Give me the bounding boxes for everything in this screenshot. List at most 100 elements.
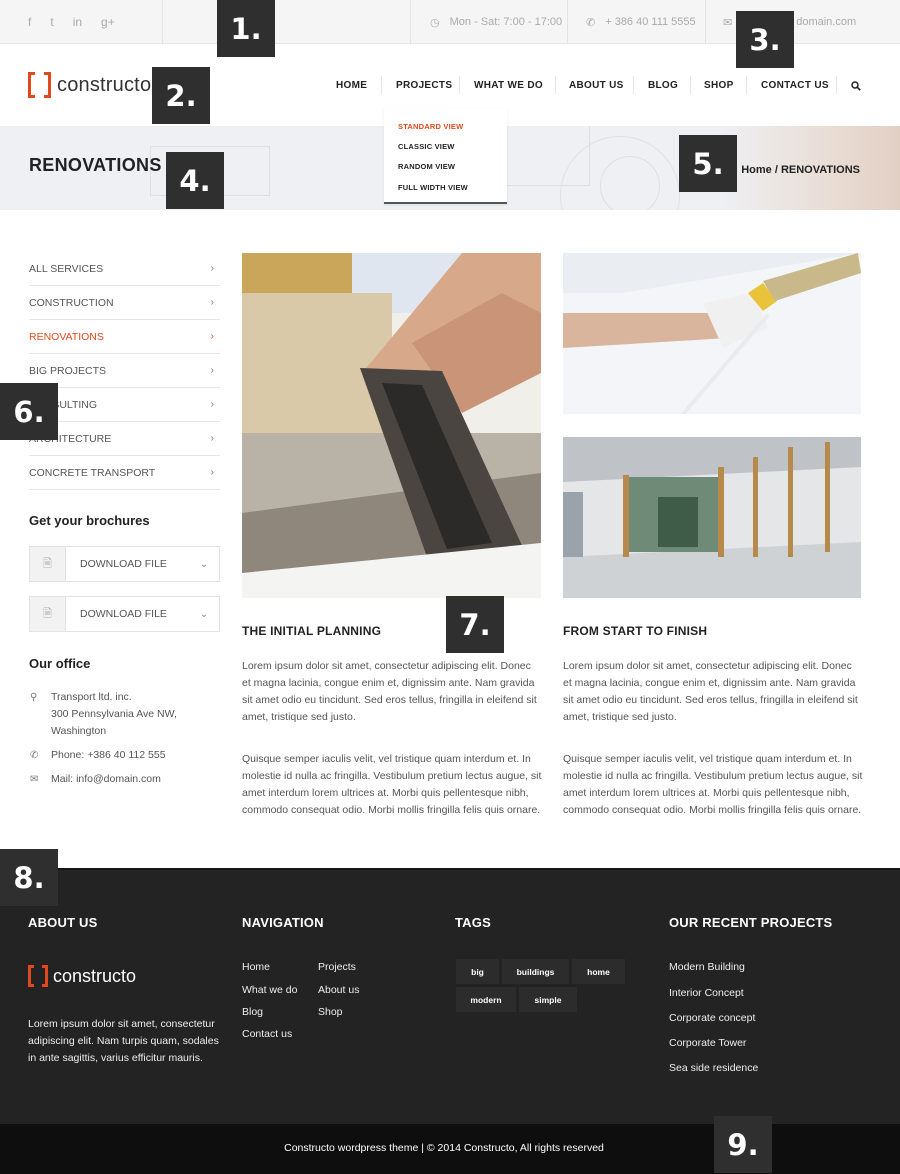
sidebar-item-label: BIG PROJECTS xyxy=(29,364,107,377)
chevron-right-icon: › xyxy=(210,365,214,376)
recent-project-link[interactable]: Modern Building xyxy=(669,961,745,973)
opening-hours: ◷ Mon - Sat: 7:00 - 17:00 xyxy=(430,0,562,44)
download-button-doc[interactable]: 🗎 DOWNLOAD FILE ⌄ xyxy=(29,596,220,632)
dropdown-item-standard-view[interactable]: STANDARD VIEW xyxy=(398,122,463,131)
footer-logo[interactable]: constructo xyxy=(28,965,136,987)
footer-projects-heading: OUR RECENT PROJECTS xyxy=(669,915,833,930)
chevron-down-icon: ⌄ xyxy=(199,608,209,620)
footer-about-heading: ABOUT US xyxy=(28,915,98,930)
sidebar-item-all-services[interactable]: ALL SERVICES › xyxy=(29,252,220,286)
phone-text: + 386 40 111 5555 xyxy=(605,16,696,28)
nav-divider xyxy=(459,76,460,94)
projects-dropdown: STANDARD VIEW CLASSIC VIEW RANDOM VIEW F… xyxy=(384,108,507,204)
footer-link-about-us[interactable]: About us xyxy=(318,984,359,996)
breadcrumb-separator: / xyxy=(774,164,778,176)
footer-link-projects[interactable]: Projects xyxy=(318,961,356,973)
download-button-pdf[interactable]: 🗎 DOWNLOAD FILE ⌄ xyxy=(29,546,220,582)
office-mail: Mail: info@domain.com xyxy=(51,773,161,785)
search-icon[interactable] xyxy=(851,78,861,91)
nav-blog[interactable]: BLOG xyxy=(648,80,678,91)
nav-home[interactable]: HOME xyxy=(336,80,367,91)
nav-divider xyxy=(633,76,634,94)
recent-project-link[interactable]: Interior Concept xyxy=(669,987,744,999)
sidebar-item-construction[interactable]: CONSTRUCTION › xyxy=(29,286,220,320)
nav-divider xyxy=(836,76,837,94)
footer-link-blog[interactable]: Blog xyxy=(242,1006,263,1018)
sidebar-item-label: CONCRETE TRANSPORT xyxy=(29,466,156,479)
tiling-worker-photo xyxy=(242,253,541,598)
office-address-line: 300 Pennsylvania Ave NW, xyxy=(51,708,177,720)
footer-link-contact-us[interactable]: Contact us xyxy=(242,1028,292,1040)
nav-divider xyxy=(381,76,382,94)
linkedin-icon[interactable]: in xyxy=(73,15,82,29)
tag-simple[interactable]: simple xyxy=(519,987,577,1012)
sidebar-item-label: RENOVATIONS xyxy=(29,330,104,343)
dropdown-item-full-width-view[interactable]: FULL WIDTH VIEW xyxy=(398,183,468,192)
breadcrumb-current: RENOVATIONS xyxy=(780,164,860,176)
annotation-badge-2: 2. xyxy=(152,67,210,124)
footer-nav-heading: NAVIGATION xyxy=(242,915,324,930)
divider xyxy=(705,0,706,44)
google-plus-icon[interactable]: g+ xyxy=(101,15,115,29)
tag-big[interactable]: big xyxy=(456,959,499,984)
recent-project-link[interactable]: Corporate Tower xyxy=(669,1037,746,1049)
recent-project-link[interactable]: Sea side residence xyxy=(669,1062,758,1074)
divider xyxy=(410,0,411,44)
recent-project-link[interactable]: Corporate concept xyxy=(669,1012,755,1024)
annotation-badge-6: 6. xyxy=(0,383,58,440)
footer-link-home[interactable]: Home xyxy=(242,961,270,973)
nav-contact-us[interactable]: CONTACT US xyxy=(761,80,829,91)
office-address-line: Washington xyxy=(51,725,107,737)
twitter-icon[interactable]: t xyxy=(50,15,53,29)
dropdown-item-random-view[interactable]: RANDOM VIEW xyxy=(398,162,455,171)
nav-about-us[interactable]: ABOUT US xyxy=(569,80,624,91)
sidebar-item-label: CONSTRUCTION xyxy=(29,296,114,309)
download-label: DOWNLOAD FILE xyxy=(80,558,167,570)
facebook-icon[interactable]: f xyxy=(28,15,31,29)
mail-icon: ✉ xyxy=(30,774,39,785)
phone-icon: ✆ xyxy=(30,750,39,761)
nav-projects[interactable]: PROJECTS xyxy=(396,80,452,91)
doc-file-icon: 🗎 xyxy=(30,597,66,631)
nav-what-we-do[interactable]: WHAT WE DO xyxy=(474,80,543,91)
annotation-badge-7: 7. xyxy=(446,596,504,653)
chevron-right-icon: › xyxy=(210,433,214,444)
office-phone: Phone: +386 40 112 555 xyxy=(51,749,166,761)
chevron-right-icon: › xyxy=(210,467,214,478)
annotation-badge-8: 8. xyxy=(0,849,58,906)
chevron-right-icon: › xyxy=(210,263,214,274)
clock-icon: ◷ xyxy=(430,16,440,29)
tag-home[interactable]: home xyxy=(572,959,625,984)
dropdown-item-classic-view[interactable]: CLASSIC VIEW xyxy=(398,142,455,151)
article-paragraph: Lorem ipsum dolor sit amet, consectetur … xyxy=(242,660,537,723)
breadcrumb-home[interactable]: Home xyxy=(741,164,772,176)
hours-text: Mon - Sat: 7:00 - 17:00 xyxy=(449,16,563,28)
nav-divider xyxy=(746,76,747,94)
phone-icon: ✆ xyxy=(586,16,596,29)
footer-tags-heading: TAGS xyxy=(455,915,491,930)
tag-buildings[interactable]: buildings xyxy=(502,959,569,984)
brochures-heading: Get your brochures xyxy=(29,513,150,528)
annotation-badge-1: 1. xyxy=(217,0,275,57)
office-address-line: Transport ltd. inc. xyxy=(51,691,132,703)
sidebar-item-concrete-transport[interactable]: CONCRETE TRANSPORT › xyxy=(29,456,220,490)
page-title: RENOVATIONS xyxy=(29,155,162,175)
footer-link-what-we-do[interactable]: What we do xyxy=(242,984,297,996)
annotation-badge-3: 3. xyxy=(736,11,794,68)
top-phone: ✆ + 386 40 111 5555 xyxy=(586,0,696,44)
logo-bracket-icon xyxy=(28,965,48,987)
breadcrumb: Home / RENOVATIONS xyxy=(741,164,860,176)
nav-divider xyxy=(690,76,691,94)
chevron-down-icon: ⌄ xyxy=(199,558,209,570)
social-links: f t in g+ xyxy=(28,0,115,44)
article-paragraph: Quisque semper iaculis velit, vel tristi… xyxy=(563,753,863,816)
blueprint-decoration xyxy=(600,156,660,210)
location-pin-icon: ⚲ xyxy=(30,692,38,703)
footer-link-shop[interactable]: Shop xyxy=(318,1006,343,1018)
divider xyxy=(567,0,568,44)
sidebar-item-renovations[interactable]: RENOVATIONS › xyxy=(29,320,220,354)
annotation-badge-9: 9. xyxy=(714,1116,772,1173)
email-text[interactable]: domain.com xyxy=(796,16,856,28)
nav-shop[interactable]: SHOP xyxy=(704,80,734,91)
tag-modern[interactable]: modern xyxy=(456,987,516,1012)
